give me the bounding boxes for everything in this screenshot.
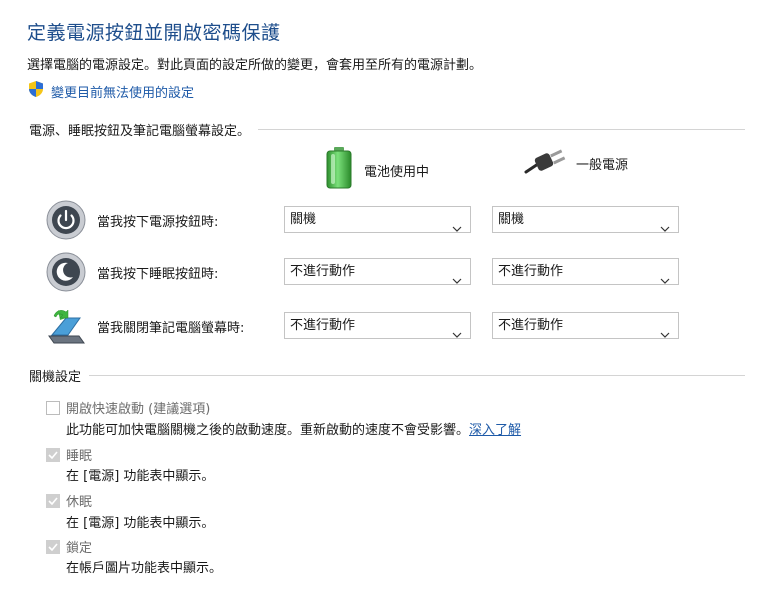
power-button-row: 當我按下電源按鈕時: 關機 關機 bbox=[46, 200, 686, 240]
page-subtitle: 選擇電腦的電源設定。對此頁面的設定所做的變更，會套用至所有的電源計劃。 bbox=[27, 58, 483, 73]
shutdown-settings-title: 關機設定 bbox=[29, 370, 82, 385]
battery-column-label: 電池使用中 bbox=[364, 164, 430, 180]
checkmark-icon bbox=[48, 542, 58, 551]
select-value: 關機 bbox=[498, 212, 525, 227]
section-divider bbox=[258, 129, 745, 130]
fast-startup-checkbox[interactable] bbox=[46, 400, 60, 415]
chevron-down-icon bbox=[660, 268, 670, 293]
lock-label: 鎖定 bbox=[66, 541, 93, 556]
fast-startup-description: 此功能可加快電腦關機之後的啟動速度。重新啟動的速度不會受影響。深入了解 bbox=[66, 419, 521, 438]
checkmark-icon bbox=[48, 450, 58, 459]
lock-checkbox[interactable] bbox=[46, 539, 60, 554]
sleep-option[interactable]: 睡眠 bbox=[46, 445, 92, 464]
fast-startup-description-text: 此功能可加快電腦關機之後的啟動速度。重新啟動的速度不會受影響。 bbox=[66, 423, 470, 438]
chevron-down-icon bbox=[660, 322, 670, 347]
hibernate-description: 在 [電源] 功能表中顯示。 bbox=[66, 516, 215, 531]
section-divider bbox=[89, 375, 745, 376]
hibernate-checkbox[interactable] bbox=[46, 493, 60, 508]
hibernate-label: 休眠 bbox=[66, 495, 93, 510]
power-buttons-section-header: 電源、睡眠按鈕及筆記電腦螢幕設定。 bbox=[29, 120, 745, 139]
plugged-in-column-header: 一般電源 bbox=[524, 146, 628, 180]
select-value: 不進行動作 bbox=[290, 318, 356, 333]
power-button-icon bbox=[46, 200, 86, 244]
sleep-button-battery-select[interactable]: 不進行動作 bbox=[284, 258, 471, 285]
hibernate-option[interactable]: 休眠 bbox=[46, 491, 92, 510]
checkmark-icon bbox=[48, 496, 58, 505]
sleep-description: 在 [電源] 功能表中顯示。 bbox=[66, 469, 215, 484]
lock-description: 在帳戶圖片功能表中顯示。 bbox=[66, 561, 223, 576]
select-value: 不進行動作 bbox=[498, 264, 564, 279]
sleep-button-plugged-select[interactable]: 不進行動作 bbox=[492, 258, 679, 285]
fast-startup-label: 開啟快速啟動 (建議選項) bbox=[66, 402, 211, 417]
chevron-down-icon bbox=[452, 216, 462, 241]
uac-shield-icon bbox=[27, 80, 45, 102]
change-unavailable-settings-link[interactable]: 變更目前無法使用的設定 bbox=[27, 80, 194, 102]
lid-close-battery-select[interactable]: 不進行動作 bbox=[284, 312, 471, 339]
sleep-checkbox[interactable] bbox=[46, 447, 60, 462]
learn-more-link[interactable]: 深入了解 bbox=[469, 423, 521, 438]
lock-option[interactable]: 鎖定 bbox=[46, 537, 92, 556]
lid-close-row: 當我關閉筆記電腦螢幕時: 不進行動作 不進行動作 bbox=[46, 306, 686, 346]
power-button-row-label: 當我按下電源按鈕時: bbox=[97, 215, 219, 230]
power-button-plugged-select[interactable]: 關機 bbox=[492, 206, 679, 233]
power-button-battery-select[interactable]: 關機 bbox=[284, 206, 471, 233]
laptop-lid-icon bbox=[46, 306, 86, 350]
battery-icon bbox=[322, 146, 356, 194]
chevron-down-icon bbox=[452, 268, 462, 293]
fast-startup-option[interactable]: 開啟快速啟動 (建議選項) bbox=[46, 398, 210, 417]
lid-close-plugged-select[interactable]: 不進行動作 bbox=[492, 312, 679, 339]
select-value: 不進行動作 bbox=[290, 264, 356, 279]
power-plug-icon bbox=[524, 146, 568, 180]
shutdown-settings-section-header: 關機設定 bbox=[29, 366, 745, 385]
select-value: 不進行動作 bbox=[498, 318, 564, 333]
lid-close-row-label: 當我關閉筆記電腦螢幕時: bbox=[97, 321, 245, 336]
sleep-button-row: 當我按下睡眠按鈕時: 不進行動作 不進行動作 bbox=[46, 252, 686, 292]
battery-column-header: 電池使用中 bbox=[322, 146, 429, 194]
sleep-label: 睡眠 bbox=[66, 449, 93, 464]
page-title: 定義電源按鈕並開啟密碼保護 bbox=[27, 22, 281, 44]
change-settings-link-text[interactable]: 變更目前無法使用的設定 bbox=[51, 82, 194, 101]
sleep-button-icon bbox=[46, 252, 86, 296]
sleep-button-row-label: 當我按下睡眠按鈕時: bbox=[97, 267, 219, 282]
select-value: 關機 bbox=[290, 212, 317, 227]
chevron-down-icon bbox=[660, 216, 670, 241]
power-buttons-section-title: 電源、睡眠按鈕及筆記電腦螢幕設定。 bbox=[29, 124, 251, 139]
plugged-in-column-label: 一般電源 bbox=[576, 157, 629, 173]
chevron-down-icon bbox=[452, 322, 462, 347]
